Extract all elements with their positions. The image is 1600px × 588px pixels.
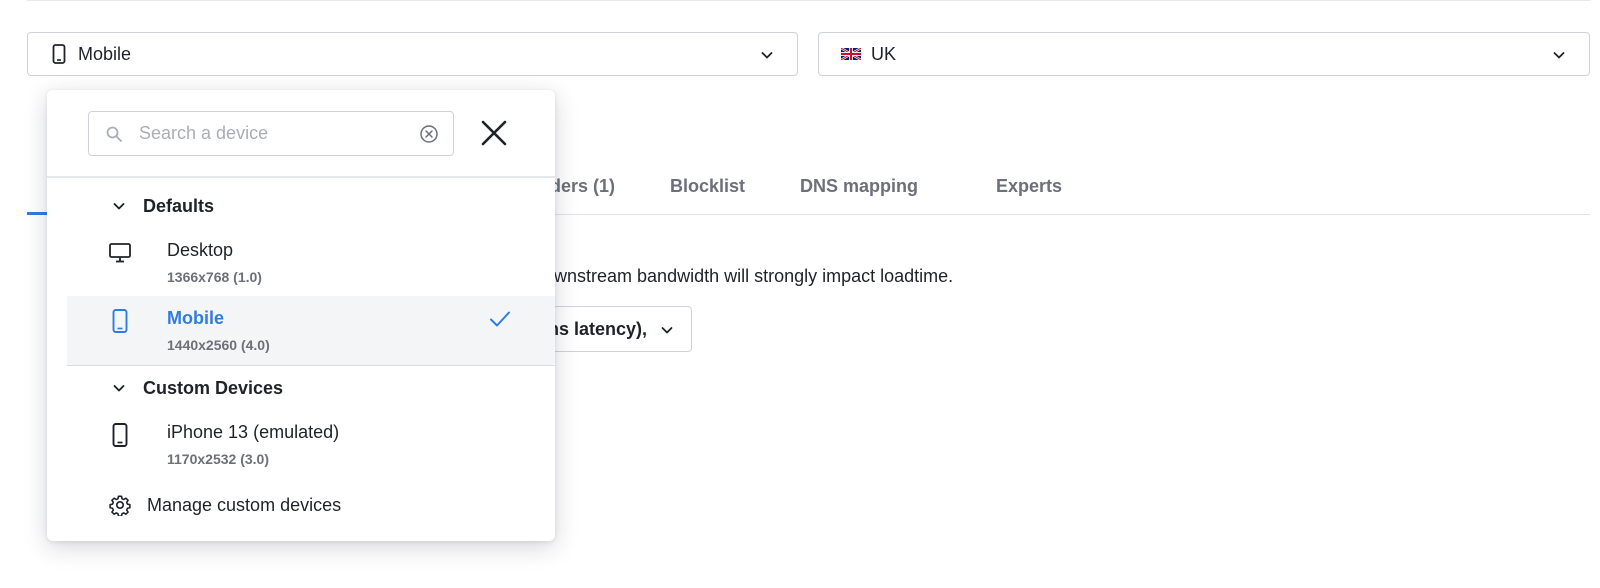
close-icon[interactable] [477,116,511,150]
tab-experts[interactable]: Experts [996,176,1062,197]
checkmark-icon [490,311,510,327]
connection-select-value: ns latency), [547,319,647,339]
manage-custom-devices-label: Manage custom devices [147,494,342,515]
mobile-phone-icon [109,308,131,334]
tab-dns-mapping[interactable]: DNS mapping [800,176,918,197]
group-header-defaults[interactable]: Defaults [111,194,214,218]
device-dropdown: Defaults Desktop 1366x768 (1.0) Mobile 1… [47,90,555,541]
chevron-down-icon [1553,52,1565,59]
search-divider [47,176,555,178]
device-item-desktop[interactable]: Desktop 1366x768 (1.0) [67,228,555,298]
device-name: Desktop [167,240,234,260]
gear-icon [109,495,131,516]
device-resolution: 1366x768 (1.0) [167,269,262,285]
device-name: Mobile [167,308,224,328]
device-search-box [88,111,454,156]
device-search-input[interactable] [139,112,409,155]
connection-description: lownstream bandwidth will strongly impac… [540,266,954,286]
location-select[interactable]: UK [818,32,1590,76]
group-header-custom-devices[interactable]: Custom Devices [111,376,283,400]
desktop-monitor-icon [109,240,131,266]
mobile-phone-icon [109,422,131,448]
device-name: iPhone 13 (emulated) [167,422,340,442]
chevron-down-icon [113,203,125,210]
device-select-value: Mobile [78,43,132,64]
manage-custom-devices-link[interactable]: Manage custom devices [109,490,409,520]
mobile-phone-icon [50,43,68,65]
device-resolution: 1170x2532 (3.0) [167,451,269,467]
group-label: Custom Devices [143,377,284,398]
group-label: Defaults [143,195,215,216]
uk-flag-icon [841,43,861,65]
top-divider [27,0,1590,1]
device-select[interactable]: Mobile [27,32,798,76]
chevron-down-icon [661,327,673,334]
device-resolution: 1440x2560 (4.0) [167,337,270,353]
device-item-mobile[interactable]: Mobile 1440x2560 (4.0) [67,296,555,366]
group-divider [67,365,555,366]
chevron-down-icon [113,385,125,392]
location-select-value: UK [871,43,897,64]
tab-blocklist[interactable]: Blocklist [670,176,745,197]
search-icon [106,126,122,142]
clear-search-icon[interactable] [419,124,439,144]
chevron-down-icon [761,52,773,59]
device-item-iphone-13[interactable]: iPhone 13 (emulated) 1170x2532 (3.0) [67,410,555,480]
